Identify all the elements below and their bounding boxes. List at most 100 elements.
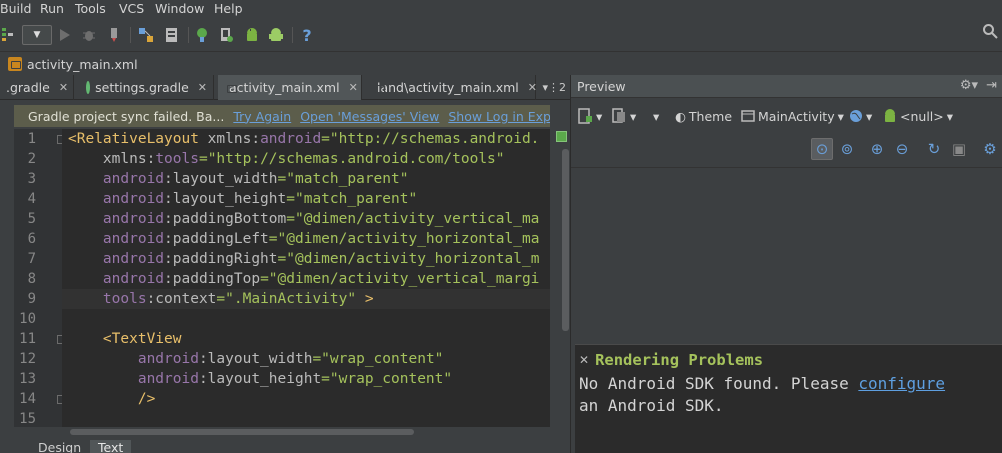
api-level-dropdown[interactable]: <null> ▾ [883,107,953,125]
zoom-out-icon[interactable]: ⊖ [891,138,913,160]
code-line: android:layout_height="match_parent" [68,191,418,207]
rendering-problems-panel: ✕ Rendering Problems No Android SDK foun… [575,344,1002,453]
zoom-to-fit-icon[interactable]: ⊙ [811,138,833,160]
menu-build[interactable]: Build [0,1,31,16]
line-number-gutter: 1 2 3 4 5 6 7 8 9 10 11 12 13 14 15 [14,129,66,427]
scrollbar-thumb[interactable] [562,149,569,331]
tabs-overflow-button[interactable]: ▾⋮2 [542,75,566,100]
debug-icon[interactable] [80,25,98,45]
code-line: android:layout_width="wrap_content" [68,351,444,367]
tab-settings-gradle[interactable]: settings.gradle ✕ [80,75,214,100]
zoom-actual-icon[interactable]: ⊚ [836,138,858,160]
tab-label: activity_main.xml [229,80,340,95]
hide-panel-icon[interactable]: ⇥ [986,78,997,93]
inspection-ok-icon[interactable] [556,131,567,142]
close-icon[interactable]: ✕ [198,81,207,94]
close-icon[interactable]: ✕ [349,81,358,94]
line-number: 8 [27,271,36,287]
tab-text[interactable]: Text [90,440,132,453]
toolbar-separator [130,27,131,43]
code-line: <TextView [68,331,182,347]
avd-manager-icon[interactable] [216,25,236,45]
screenshot-icon[interactable]: ▣ [948,138,970,160]
attach-debugger-icon[interactable] [106,25,124,45]
try-again-link[interactable]: Try Again [233,109,291,124]
preview-toolbar: ▾ ▾ ▾ ◐ Theme MainActivity ▾ ▾ <null> ▾ [571,98,1002,132]
open-messages-link[interactable]: Open 'Messages' View [300,109,439,124]
code-editor[interactable]: <RelativeLayout xmlns:android="http://sc… [62,129,550,427]
configure-link[interactable]: configure [858,374,945,393]
editor-horizontal-scrollbar[interactable] [14,427,570,437]
code-line: tools:context=".MainActivity" > [68,291,374,307]
toolbar-separator [188,27,189,43]
device-dropdown[interactable]: ▾ [611,107,636,125]
preview-panel: Preview ⚙▾ ⇥ ▾ ▾ ▾ ◐ Theme MainActivity ▾… [570,75,1002,453]
gear-icon[interactable]: ⚙▾ [960,78,978,93]
help-icon[interactable]: ? [298,25,316,45]
xml-file-icon [8,57,22,71]
menu-vcs[interactable]: VCS [119,1,144,16]
menu-tools[interactable]: Tools [75,1,106,16]
android-device-icon[interactable] [266,25,286,45]
notification-message: Gradle project sync failed. Ba... [28,108,225,124]
theme-button[interactable]: ◐ Theme [675,107,732,125]
code-line: /> [68,391,156,407]
refresh-icon[interactable]: ↻ [923,138,945,160]
menu-help[interactable]: Help [214,1,243,16]
code-line: <RelativeLayout xmlns:android="http://sc… [68,131,540,147]
run-config-dropdown[interactable]: ▼ [22,25,52,45]
preview-header: Preview ⚙▾ ⇥ [571,75,1002,98]
line-number: 5 [27,211,36,227]
search-icon[interactable] [982,23,998,39]
android-monitor-icon[interactable] [242,25,262,45]
code-line: android:layout_width="match_parent" [68,171,409,187]
problems-message: No Android SDK found. Please configure a… [579,374,946,415]
sdk-manager-icon[interactable] [162,25,182,45]
tab-activity-main[interactable]: activity_main.xml ✕ [218,75,362,100]
toolbar-separator [292,27,293,43]
preview-zoom-toolbar: ⊙ ⊚ ⊕ ⊖ ↻ ▣ ⚙ [571,132,1002,168]
editor-vertical-scrollbar[interactable] [550,129,570,427]
tab-land-activity-main[interactable]: land\activity_main.xml ✕ [366,75,537,100]
breadcrumb[interactable]: activity_main.xml [8,55,138,73]
layout-file-dropdown[interactable]: ▾ [577,107,602,125]
zoom-in-icon[interactable]: ⊕ [866,138,888,160]
close-icon[interactable]: ✕ [59,81,68,94]
code-line: android:paddingLeft="@dimen/activity_hor… [68,231,540,247]
code-line: android:layout_height="wrap_content" [68,371,453,387]
theme-icon: ◐ [675,108,686,124]
left-tool-strip [0,100,14,437]
line-number: 11 [19,331,36,347]
locale-dropdown[interactable]: ▾ [849,107,872,125]
line-number: 1 [27,131,36,147]
gradle-sync-icon[interactable] [192,25,212,45]
menu-run[interactable]: Run [40,1,64,16]
run-icon[interactable] [56,25,74,45]
line-number: 10 [19,311,36,327]
preview-header-actions: ⚙▾ ⇥ [960,78,997,93]
close-icon[interactable]: ✕ [528,81,537,94]
line-number: 7 [27,251,36,267]
module-icon[interactable] [0,25,16,45]
menu-window[interactable]: Window [155,1,204,16]
line-number: 2 [27,151,36,167]
tab-design[interactable]: Design [30,440,89,453]
project-structure-icon[interactable] [136,25,156,45]
navigation-bar: activity_main.xml [0,51,1002,75]
preview-canvas [571,168,1002,344]
orientation-dropdown[interactable]: ▾ [653,107,659,125]
gradle-icon [86,81,91,94]
scrollbar-thumb[interactable] [70,429,414,435]
line-number: 14 [19,391,36,407]
close-icon[interactable]: ✕ [579,353,589,367]
breadcrumb-file[interactable]: activity_main.xml [27,57,138,72]
show-log-link[interactable]: Show Log in Explorer [448,109,550,124]
settings-icon[interactable]: ⚙ [979,138,1001,160]
activity-dropdown[interactable]: MainActivity ▾ [741,107,844,125]
layout-mode-tabs: Design Text [0,437,570,453]
line-number: 15 [19,411,36,427]
tab-label: .gradle [6,80,50,95]
line-number: 4 [27,191,36,207]
tab-gradle[interactable]: .gradle ✕ [0,75,74,100]
preview-title: Preview [577,79,626,94]
